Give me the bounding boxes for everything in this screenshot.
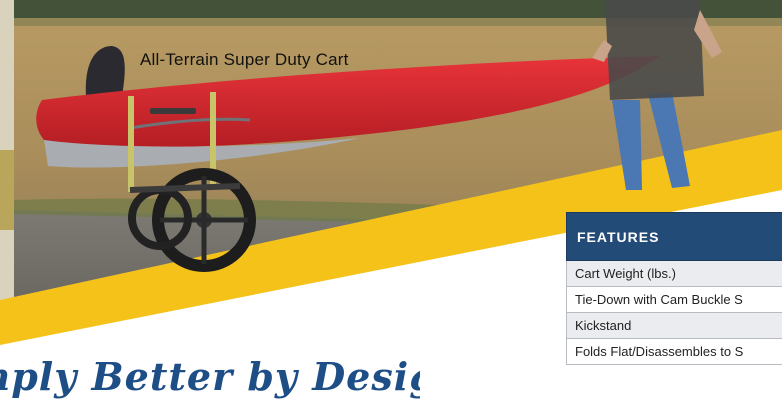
tagline-text: mply Better by Design™ <box>0 360 420 399</box>
person-torso <box>605 0 704 100</box>
table-row: Kickstand <box>566 313 782 339</box>
photo-caption: All-Terrain Super Duty Cart <box>140 50 349 69</box>
table-row: Folds Flat/Disassembles to S <box>566 339 782 365</box>
features-table-header: FEATURES <box>566 212 782 261</box>
features-table: FEATURES Cart Weight (lbs.) Tie-Down wit… <box>566 212 782 365</box>
table-row: Tie-Down with Cam Buckle S <box>566 287 782 313</box>
brand-tagline: mply Better by Design™ <box>0 360 420 401</box>
table-row: Cart Weight (lbs.) <box>566 261 782 287</box>
